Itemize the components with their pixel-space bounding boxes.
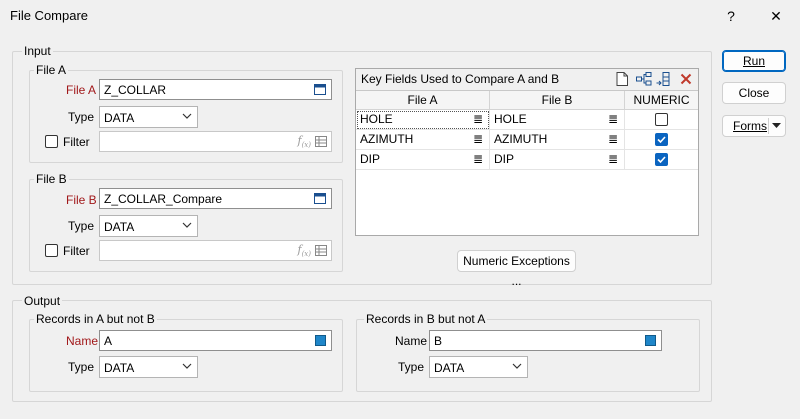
file-a-label: File A bbox=[66, 83, 97, 97]
column-header-file-b[interactable]: File B bbox=[490, 91, 625, 110]
file-b-filter-label: Filter bbox=[63, 244, 90, 258]
file-a-type-label: Type bbox=[68, 110, 95, 124]
cell-text: DIP bbox=[360, 152, 381, 166]
file-b-type-select[interactable]: DATA bbox=[99, 215, 198, 237]
insert-key-icon[interactable] bbox=[656, 72, 672, 86]
b-not-a-name-label: Name bbox=[395, 334, 428, 348]
numeric-checkbox[interactable] bbox=[655, 153, 668, 166]
table-row-cell-b[interactable]: DIP ≣ bbox=[490, 150, 625, 170]
column-header-file-a[interactable]: File A bbox=[356, 91, 490, 110]
table-row-cell-a[interactable]: DIP ≣ bbox=[356, 150, 490, 170]
file-a-filter-input[interactable]: f(x) bbox=[99, 131, 332, 152]
input-legend: Input bbox=[22, 44, 53, 58]
cell-text: AZIMUTH bbox=[494, 132, 548, 146]
close-window-button[interactable]: ✕ bbox=[764, 4, 788, 28]
function-icon[interactable]: f(x) bbox=[298, 134, 312, 152]
b-not-a-name-value: B bbox=[434, 334, 443, 348]
forms-label: Forms bbox=[733, 119, 767, 133]
list-icon[interactable]: ≣ bbox=[608, 110, 618, 129]
help-button[interactable]: ? bbox=[719, 4, 743, 28]
output-legend: Output bbox=[22, 294, 63, 308]
numeric-checkbox[interactable] bbox=[655, 113, 668, 126]
table-row-cell-numeric bbox=[625, 150, 698, 170]
checkmark-icon bbox=[657, 136, 666, 144]
table-icon[interactable] bbox=[315, 245, 327, 256]
table-row-cell-numeric bbox=[625, 130, 698, 150]
file-b-type-value: DATA bbox=[104, 220, 135, 234]
delete-icon[interactable] bbox=[680, 73, 692, 85]
key-fields-title: Key Fields Used to Compare A and B bbox=[361, 72, 560, 86]
file-a-type-value: DATA bbox=[104, 111, 135, 125]
forms-button[interactable]: Forms bbox=[722, 115, 786, 137]
run-label: Run bbox=[742, 54, 765, 68]
list-icon[interactable]: ≣ bbox=[473, 130, 483, 149]
file-b-type-label: Type bbox=[68, 219, 95, 233]
close-button[interactable]: Close bbox=[722, 82, 786, 104]
chevron-down-icon bbox=[182, 222, 192, 228]
a-not-b-name-value: A bbox=[104, 334, 113, 348]
file-a-input[interactable]: Z_COLLAR bbox=[99, 79, 332, 100]
window-title: File Compare bbox=[10, 8, 89, 23]
new-file-icon[interactable] bbox=[616, 72, 628, 86]
list-icon[interactable]: ≣ bbox=[473, 110, 483, 129]
file-browse-icon[interactable] bbox=[314, 193, 326, 204]
list-icon[interactable]: ≣ bbox=[608, 130, 618, 149]
forms-divider bbox=[768, 118, 769, 134]
b-not-a-legend: Records in B but not A bbox=[364, 312, 488, 326]
a-not-b-type-value: DATA bbox=[104, 361, 135, 375]
b-not-a-type-select[interactable]: DATA bbox=[429, 356, 528, 378]
file-a-filter-label: Filter bbox=[63, 135, 90, 149]
cell-text: HOLE bbox=[360, 112, 393, 126]
add-key-icon[interactable] bbox=[636, 72, 652, 86]
file-b-input[interactable]: Z_COLLAR_Compare bbox=[99, 188, 332, 209]
key-fields-panel: Key Fields Used to Compare A and B File … bbox=[355, 68, 699, 236]
file-b-filter-input[interactable]: f(x) bbox=[99, 240, 332, 261]
file-browse-icon[interactable] bbox=[314, 84, 326, 95]
list-icon[interactable]: ≣ bbox=[608, 150, 618, 169]
column-header-numeric[interactable]: NUMERIC bbox=[625, 91, 698, 110]
b-not-a-name-input[interactable]: B bbox=[429, 330, 662, 351]
a-not-b-name-label: Name bbox=[66, 334, 99, 348]
table-row-cell-b[interactable]: AZIMUTH ≣ bbox=[490, 130, 625, 150]
run-button[interactable]: Run bbox=[722, 50, 786, 72]
b-not-a-type-label: Type bbox=[398, 360, 425, 374]
chevron-down-icon bbox=[182, 113, 192, 119]
file-b-label: File B bbox=[66, 193, 97, 207]
function-icon[interactable]: f(x) bbox=[298, 243, 312, 261]
a-not-b-legend: Records in A but not B bbox=[34, 312, 157, 326]
checkmark-icon bbox=[657, 156, 666, 164]
a-not-b-name-input[interactable]: A bbox=[99, 330, 332, 351]
file-b-value: Z_COLLAR_Compare bbox=[104, 192, 223, 206]
chevron-down-icon bbox=[182, 363, 192, 369]
table-row-cell-a[interactable]: AZIMUTH ≣ bbox=[356, 130, 490, 150]
file-a-legend: File A bbox=[34, 63, 69, 77]
file-b-filter-checkbox[interactable] bbox=[45, 244, 58, 257]
a-not-b-type-select[interactable]: DATA bbox=[99, 356, 198, 378]
numeric-checkbox[interactable] bbox=[655, 133, 668, 146]
table-icon[interactable] bbox=[315, 136, 327, 147]
b-not-a-type-value: DATA bbox=[434, 361, 465, 375]
chevron-down-icon bbox=[512, 363, 522, 369]
file-b-legend: File B bbox=[34, 172, 69, 186]
file-a-value: Z_COLLAR bbox=[104, 83, 167, 97]
cell-text: DIP bbox=[494, 152, 515, 166]
file-a-type-select[interactable]: DATA bbox=[99, 106, 198, 128]
color-swatch[interactable] bbox=[645, 335, 656, 346]
table-row-cell-numeric bbox=[625, 110, 698, 130]
file-a-filter-checkbox[interactable] bbox=[45, 135, 58, 148]
cell-text: AZIMUTH bbox=[360, 132, 414, 146]
a-not-b-type-label: Type bbox=[68, 360, 95, 374]
numeric-exceptions-button[interactable]: Numeric Exceptions ... bbox=[457, 250, 576, 288]
title-bar bbox=[0, 0, 800, 32]
table-row-cell-a[interactable]: HOLE ≣ bbox=[356, 110, 490, 130]
color-swatch[interactable] bbox=[315, 335, 326, 346]
caret-down-icon[interactable] bbox=[772, 123, 781, 129]
table-row-cell-b[interactable]: HOLE ≣ bbox=[490, 110, 625, 130]
list-icon[interactable]: ≣ bbox=[473, 150, 483, 169]
cell-text: HOLE bbox=[494, 112, 527, 126]
